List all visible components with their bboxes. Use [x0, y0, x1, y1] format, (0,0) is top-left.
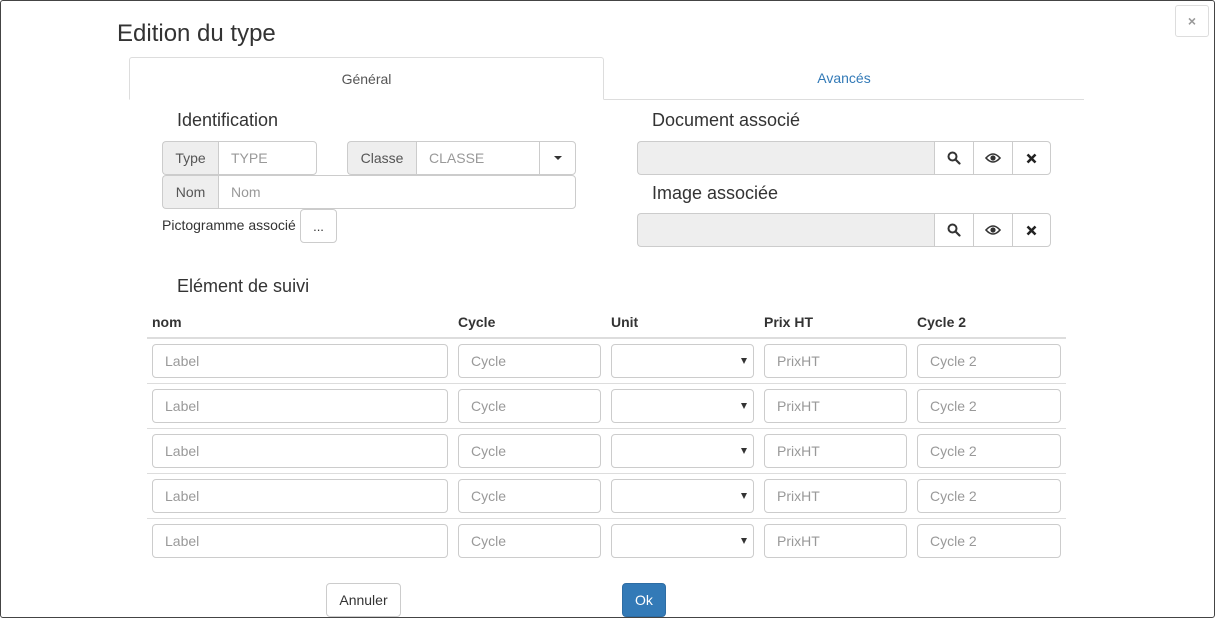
document-remove-button[interactable]: [1012, 141, 1051, 175]
prix-ht-input[interactable]: [764, 344, 907, 378]
prix-ht-input[interactable]: [764, 524, 907, 558]
times-icon: [1026, 225, 1037, 235]
tab-avances[interactable]: Avancés: [604, 57, 1084, 98]
label-input[interactable]: [152, 389, 448, 423]
cancel-button[interactable]: Annuler: [326, 583, 401, 617]
pictogramme-button[interactable]: ...: [300, 209, 337, 243]
table-row: [147, 338, 1066, 384]
pictogramme-label: Pictogramme associé: [162, 217, 296, 233]
image-heading: Image associée: [652, 183, 779, 203]
eye-icon: [985, 153, 1001, 163]
eye-icon: [985, 225, 1001, 235]
column-header-unit: Unit: [606, 306, 759, 339]
tab-bar: Général Avancés: [129, 57, 1084, 100]
classe-input-group: Classe: [347, 141, 576, 175]
ok-button[interactable]: Ok: [622, 583, 666, 617]
image-field: [637, 213, 934, 247]
label-input[interactable]: [152, 479, 448, 513]
classe-dropdown-button[interactable]: [539, 141, 576, 175]
cycle-2-input[interactable]: [917, 389, 1061, 423]
identification-heading: Identification: [177, 110, 279, 130]
document-search-button[interactable]: [934, 141, 973, 175]
caret-down-icon: [741, 358, 747, 364]
prix-ht-input[interactable]: [764, 434, 907, 468]
cycle-input[interactable]: [458, 434, 601, 468]
unit-select[interactable]: [611, 434, 754, 468]
type-addon-label: Type: [162, 141, 218, 175]
column-header-cycle: Cycle: [453, 306, 606, 339]
table-row: [147, 428, 1066, 474]
close-button[interactable]: ×: [1175, 5, 1209, 37]
document-view-button[interactable]: [973, 141, 1012, 175]
image-search-button[interactable]: [934, 213, 973, 247]
classe-addon-label: Classe: [347, 141, 416, 175]
image-remove-button[interactable]: [1012, 213, 1051, 247]
prix-ht-input[interactable]: [764, 389, 907, 423]
caret-down-icon: [741, 448, 747, 454]
suivi-heading: Elément de suivi: [177, 276, 310, 296]
column-header-nom: nom: [147, 306, 453, 339]
tab-general[interactable]: Général: [129, 57, 604, 100]
close-icon: ×: [1187, 13, 1197, 29]
caret-down-icon: [741, 493, 747, 499]
type-input-group: Type: [162, 141, 317, 175]
label-input[interactable]: [152, 524, 448, 558]
nom-input[interactable]: [218, 175, 576, 209]
cycle-2-input[interactable]: [917, 344, 1061, 378]
search-icon: [947, 151, 961, 165]
cycle-2-input[interactable]: [917, 479, 1061, 513]
prix-ht-input[interactable]: [764, 479, 907, 513]
table-header-row: nom Cycle Unit Prix HT Cycle 2: [147, 306, 1066, 339]
document-field: [637, 141, 934, 175]
times-icon: [1026, 153, 1037, 163]
cycle-input[interactable]: [458, 524, 601, 558]
label-input[interactable]: [152, 434, 448, 468]
cycle-input[interactable]: [458, 344, 601, 378]
cycle-input[interactable]: [458, 479, 601, 513]
unit-select[interactable]: [611, 524, 754, 558]
nom-addon-label: Nom: [162, 175, 218, 209]
caret-down-icon: [553, 156, 562, 160]
document-input-group: [637, 141, 1051, 175]
dialog-title: Edition du type: [117, 20, 276, 47]
search-icon: [947, 223, 961, 237]
column-header-cycle-2: Cycle 2: [912, 306, 1066, 339]
unit-select[interactable]: [611, 389, 754, 423]
document-heading: Document associé: [652, 110, 801, 130]
suivi-table: nom Cycle Unit Prix HT Cycle 2: [147, 306, 1066, 563]
unit-select[interactable]: [611, 344, 754, 378]
cycle-2-input[interactable]: [917, 524, 1061, 558]
cycle-input[interactable]: [458, 389, 601, 423]
table-row: [147, 518, 1066, 563]
image-view-button[interactable]: [973, 213, 1012, 247]
cycle-2-input[interactable]: [917, 434, 1061, 468]
nom-input-group: Nom: [162, 175, 576, 209]
unit-select[interactable]: [611, 479, 754, 513]
caret-down-icon: [741, 538, 747, 544]
label-input[interactable]: [152, 344, 448, 378]
image-input-group: [637, 213, 1051, 247]
type-input[interactable]: [218, 141, 317, 175]
caret-down-icon: [741, 403, 747, 409]
table-row: [147, 383, 1066, 429]
column-header-prix-ht: Prix HT: [759, 306, 912, 339]
table-row: [147, 473, 1066, 519]
classe-input[interactable]: [416, 141, 539, 175]
